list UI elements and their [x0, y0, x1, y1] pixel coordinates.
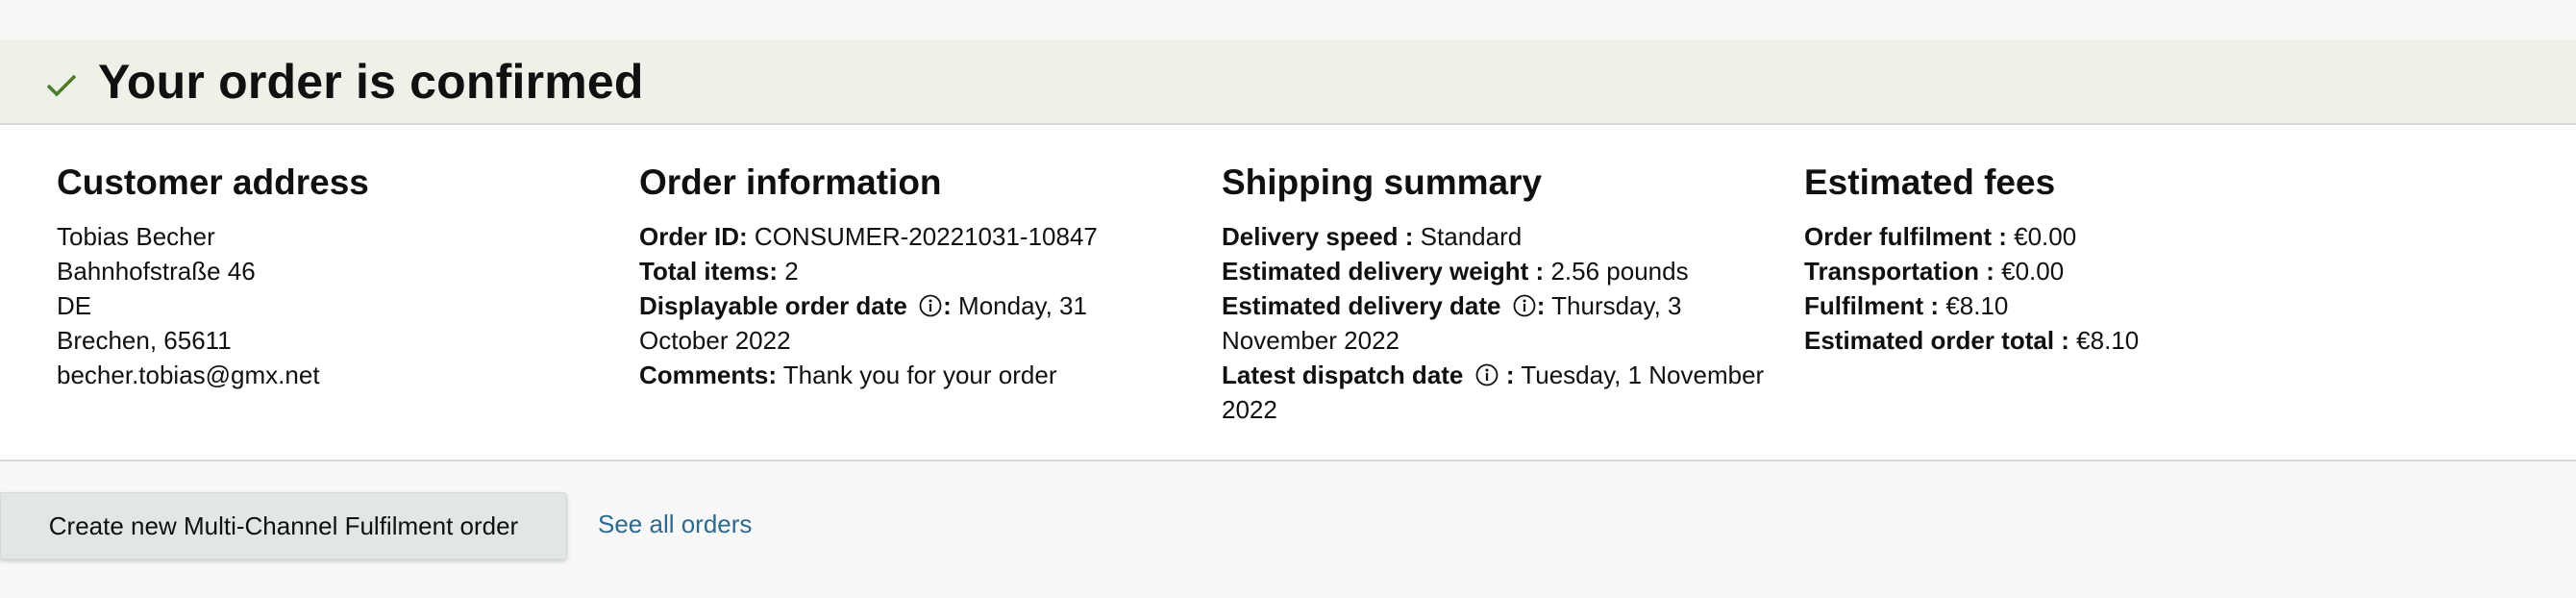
dispatch-date-label: Latest dispatch date — [1222, 361, 1464, 389]
fulfilment-row: Fulfilment : €8.10 — [1804, 288, 2139, 323]
comments-value: Thank you for your order — [782, 361, 1057, 389]
order-id-label: Order ID: — [639, 222, 748, 251]
order-date-label: Displayable order date — [639, 291, 907, 320]
order-information-heading: Order information — [639, 162, 942, 202]
customer-address-heading: Customer address — [57, 162, 369, 202]
dispatch-date-colon: : — [1505, 361, 1515, 389]
order-date-value: Monday, 31 — [958, 291, 1087, 320]
delivery-date-row: Estimated delivery date : Thursday, 3 — [1222, 288, 1764, 323]
fulfilment-value: €8.10 — [1945, 291, 2009, 320]
delivery-date-value: Thursday, 3 — [1551, 291, 1682, 320]
order-total-label: Estimated order total : — [1804, 326, 2069, 355]
comments-label: Comments: — [639, 361, 778, 389]
comments-row: Comments: Thank you for your order — [639, 358, 1098, 392]
check-icon — [46, 74, 77, 96]
create-mcf-order-button[interactable]: Create new Multi-Channel Fulfilment orde… — [0, 492, 567, 560]
action-bar: Create new Multi-Channel Fulfilment orde… — [0, 492, 2576, 560]
order-id-row: Order ID: CONSUMER-20221031-10847 — [639, 219, 1098, 254]
order-date-continuation: October 2022 — [639, 326, 791, 355]
dispatch-date-continuation: 2022 — [1222, 395, 1277, 424]
delivery-weight-label: Estimated delivery weight : — [1222, 257, 1545, 286]
address-line-name: Tobias Becher — [57, 222, 215, 251]
estimated-fees-heading: Estimated fees — [1804, 162, 2056, 202]
transportation-value: €0.00 — [2001, 257, 2065, 286]
order-total-value: €8.10 — [2076, 326, 2140, 355]
order-fulfilment-value: €0.00 — [2014, 222, 2077, 251]
shipping-summary-section: Shipping summary Delivery speed : Standa… — [1222, 160, 1764, 427]
order-information-section: Order information Order ID: CONSUMER-202… — [639, 160, 1098, 392]
delivery-speed-value: Standard — [1420, 222, 1523, 251]
order-date-row: Displayable order date : Monday, 31 — [639, 288, 1098, 323]
info-icon[interactable] — [1512, 293, 1537, 318]
total-items-label: Total items: — [639, 257, 778, 286]
delivery-weight-value: 2.56 pounds — [1550, 257, 1689, 286]
delivery-date-colon: : — [1536, 291, 1546, 320]
order-fulfilment-label: Order fulfilment : — [1804, 222, 2007, 251]
customer-address-section: Customer address Tobias Becher Bahnhofst… — [57, 160, 369, 392]
order-id-value: CONSUMER-20221031-10847 — [754, 222, 1098, 251]
delivery-date-label: Estimated delivery date — [1222, 291, 1501, 320]
fulfilment-label: Fulfilment : — [1804, 291, 1940, 320]
info-icon[interactable] — [1474, 362, 1499, 387]
order-fulfilment-row: Order fulfilment : €0.00 — [1804, 219, 2139, 254]
see-all-orders-link[interactable]: See all orders — [598, 510, 752, 539]
order-total-row: Estimated order total : €8.10 — [1804, 323, 2139, 358]
address-line-country: DE — [57, 291, 92, 320]
address-line-email: becher.tobias@gmx.net — [57, 361, 320, 389]
total-items-value: 2 — [784, 257, 799, 286]
shipping-summary-heading: Shipping summary — [1222, 162, 1543, 202]
order-date-colon: : — [943, 291, 952, 320]
transportation-row: Transportation : €0.00 — [1804, 254, 2139, 288]
info-icon[interactable] — [918, 293, 943, 318]
address-line-street: Bahnhofstraße 46 — [57, 257, 256, 286]
delivery-speed-label: Delivery speed : — [1222, 222, 1414, 251]
address-line-city: Brechen, 65611 — [57, 326, 232, 355]
confirmation-banner: Your order is confirmed — [0, 39, 2576, 125]
total-items-row: Total items: 2 — [639, 254, 1098, 288]
transportation-label: Transportation : — [1804, 257, 1994, 286]
page-title: Your order is confirmed — [98, 54, 644, 109]
dispatch-date-row: Latest dispatch date : Tuesday, 1 Novemb… — [1222, 358, 1764, 392]
delivery-date-continuation: November 2022 — [1222, 326, 1399, 355]
estimated-fees-section: Estimated fees Order fulfilment : €0.00 … — [1804, 160, 2139, 358]
order-details-panel: Customer address Tobias Becher Bahnhofst… — [0, 125, 2576, 461]
dispatch-date-value: Tuesday, 1 November — [1521, 361, 1765, 389]
delivery-speed-row: Delivery speed : Standard — [1222, 219, 1764, 254]
delivery-weight-row: Estimated delivery weight : 2.56 pounds — [1222, 254, 1764, 288]
